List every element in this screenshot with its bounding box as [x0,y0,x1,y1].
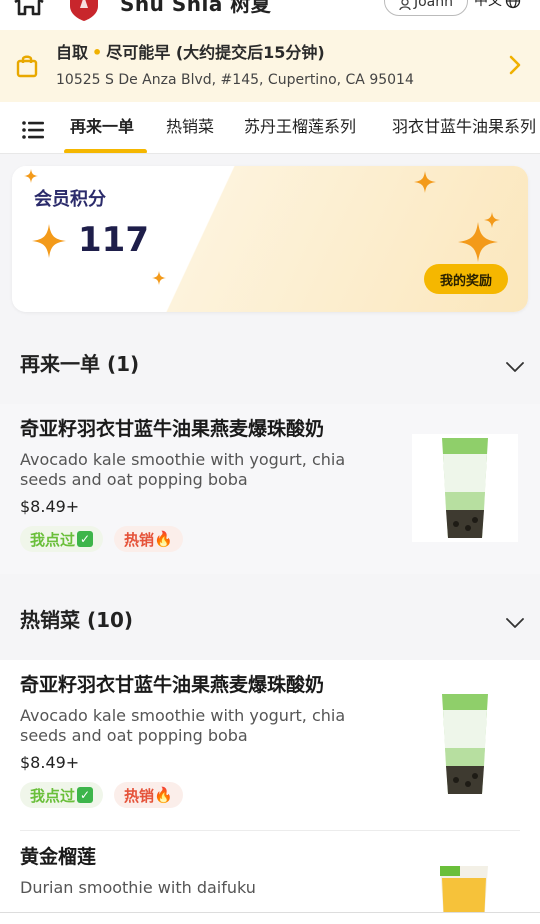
item-name: 奇亚籽羽衣甘蓝牛油果燕麦爆珠酸奶 [20,418,325,440]
pickup-mode-label: 自取 [56,43,89,62]
list-item[interactable]: 奇亚籽羽衣甘蓝牛油果燕麦爆珠酸奶 Avocado kale smoothie w… [0,404,540,574]
item-name: 奇亚籽羽衣甘蓝牛油果燕麦爆珠酸奶 [20,674,325,696]
tab-durian-series[interactable]: 苏丹王榴莲系列 [244,116,356,138]
hot-seller-tag: 热销 🔥 [114,782,183,808]
tab-reorder[interactable]: 再来一单 [70,116,134,138]
item-price: $8.49+ [20,497,80,516]
drink-image [412,434,518,542]
pickup-mode: 自取 • 尽可能早 (大约提交后15分钟) [56,42,325,64]
check-icon: ✓ [77,531,94,547]
points-label: 会员积分 [34,189,106,210]
tab-kale-avocado-series[interactable]: 羽衣甘蓝牛油果系列 [392,116,536,138]
ordered-before-tag: 我点过 ✓ [20,782,104,808]
category-tabs: 再来一单 热销菜 苏丹王榴莲系列 羽衣甘蓝牛油果系列 [0,102,540,154]
sparkle-star-icon [458,222,498,266]
item-price: $8.49+ [20,753,80,772]
pickup-timing: 尽可能早 (大约提交后15分钟) [106,43,325,62]
points-value: 117 [78,220,149,260]
chevron-right-icon [508,54,522,80]
user-name: Joann [413,0,454,10]
globe-icon [505,0,521,9]
section-header-bestsellers[interactable]: 热销菜 (10) [0,582,540,658]
user-account-button[interactable]: Joann [384,0,468,16]
bottom-bar [0,912,540,924]
tag-label: 热销 [124,530,155,549]
menu-content: 会员积分 117 我的奖励 再来一单 (1) 奇亚籽羽衣甘蓝牛油果燕麦爆珠酸奶 … [0,154,540,924]
pickup-address: 10525 S De Anza Blvd, #145, Cupertino, C… [56,72,414,88]
list-item[interactable]: 奇亚籽羽衣甘蓝牛油果燕麦爆珠酸奶 Avocado kale smoothie w… [0,660,540,924]
sparkle-star-icon [152,270,166,289]
brand-name: Shu Shia 树夏 [120,0,272,16]
home-icon[interactable] [12,0,46,20]
tag-label: 热销 [124,786,155,805]
language-switcher[interactable]: 中文 [474,0,521,10]
ordered-before-tag: 我点过 ✓ [20,526,104,552]
item-description: Durian smoothie with daifuku [20,878,256,897]
menu-icon[interactable] [22,121,44,143]
user-icon [399,0,411,10]
sparkle-star-icon [32,224,66,262]
item-name: 黄金榴莲 [20,846,97,868]
item-description: Avocado kale smoothie with yogurt, chia … [20,706,346,745]
drink-image [412,690,518,798]
pickup-banner[interactable]: 自取 • 尽可能早 (大约提交后15分钟) 10525 S De Anza Blvd… [0,30,540,102]
fire-icon: 🔥 [154,786,173,804]
section-title: 再来一单 (1) [20,352,140,376]
item-description: Avocado kale smoothie with yogurt, chia … [20,450,346,489]
separator-dot: • [92,43,103,62]
fire-icon: 🔥 [154,530,173,548]
sparkle-star-icon [24,168,38,187]
section-title: 热销菜 (10) [20,608,134,632]
chevron-down-icon [505,614,525,633]
check-icon: ✓ [77,787,94,803]
tab-bestsellers[interactable]: 热销菜 [166,116,214,138]
brand-logo [68,0,100,22]
sparkle-star-icon [414,171,436,197]
tag-label: 我点过 [30,786,76,805]
language-label: 中文 [474,0,502,9]
tag-label: 我点过 [30,530,76,549]
divider [20,830,520,831]
chevron-down-icon [505,358,525,377]
section-header-reorder[interactable]: 再来一单 (1) [0,326,540,402]
my-rewards-button[interactable]: 我的奖励 [424,264,508,294]
hot-seller-tag: 热销 🔥 [114,526,183,552]
shopping-bag-icon [16,54,38,82]
member-points-card: 会员积分 117 我的奖励 [12,166,528,312]
top-header: Shu Shia 树夏 Joann 中文 [0,0,540,30]
